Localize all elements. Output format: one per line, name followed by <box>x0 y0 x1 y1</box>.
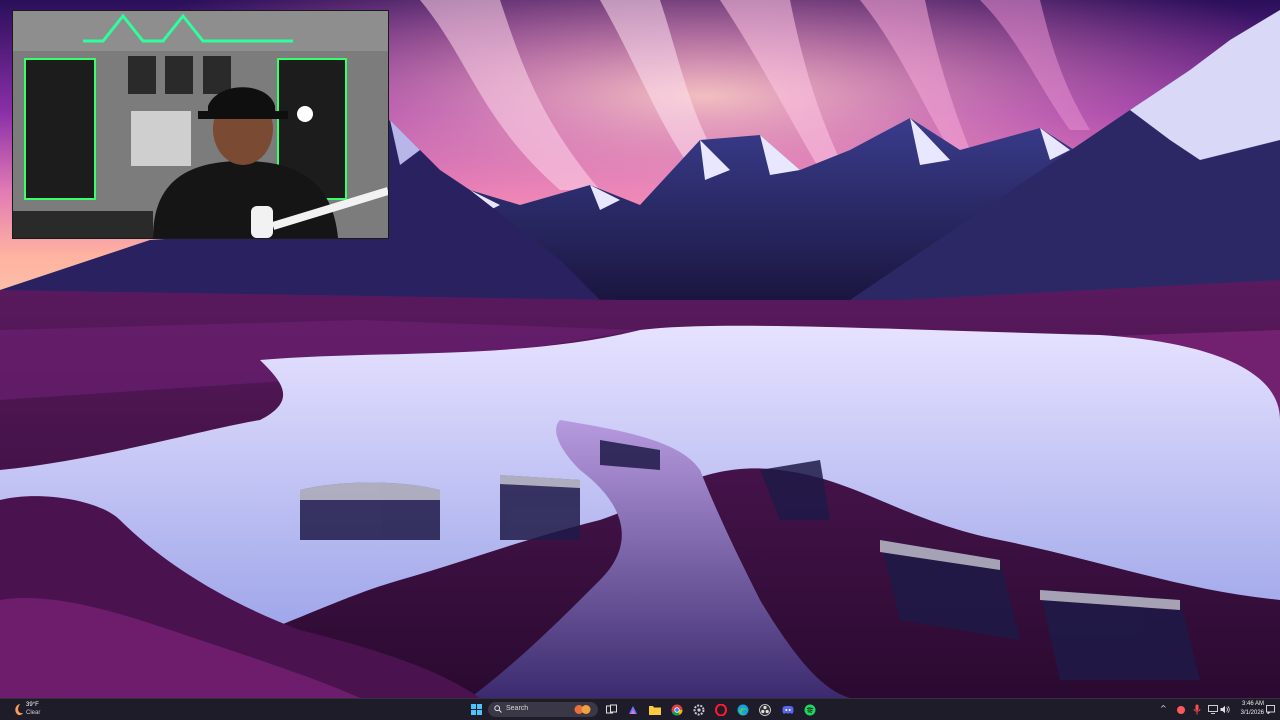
obs-button[interactable] <box>757 702 772 717</box>
folder-icon <box>648 705 661 715</box>
weather-widget[interactable]: 39°F Clear <box>10 701 50 719</box>
search-highlight-icon <box>574 705 591 714</box>
tray-app-button[interactable] <box>1173 702 1188 717</box>
copilot-icon <box>628 705 637 714</box>
start-button[interactable] <box>469 702 484 717</box>
microphone-icon <box>1193 704 1200 715</box>
desktop[interactable] <box>0 0 1280 698</box>
chrome-button[interactable] <box>669 702 684 717</box>
weather-temperature: 39°F <box>26 702 39 708</box>
folder-button[interactable] <box>647 702 662 717</box>
app-tray-icon <box>1176 705 1185 714</box>
weather-condition: Clear <box>26 710 41 716</box>
microphone-button[interactable] <box>1189 702 1204 717</box>
settings-button[interactable] <box>691 702 706 717</box>
display-icon <box>1207 705 1218 714</box>
webcam-frame <box>13 11 388 238</box>
chevron-up-icon[interactable]: ^ <box>1160 703 1167 715</box>
search-icon <box>494 705 502 713</box>
notification-button[interactable] <box>1263 702 1278 717</box>
clock-date: 3/1/2026 <box>1240 710 1264 716</box>
opera-button[interactable] <box>713 702 728 717</box>
notification-icon <box>1266 705 1275 714</box>
task-view-icon <box>606 704 617 714</box>
taskbar: 39°F Clear Search ^ 3:46 AM 3/1/2026 <box>0 698 1280 720</box>
edge-icon <box>737 704 748 715</box>
discord-button[interactable] <box>780 702 795 717</box>
settings-icon <box>693 704 704 715</box>
file-explorer-button[interactable] <box>625 702 640 717</box>
spotify-button[interactable] <box>802 702 817 717</box>
opera-icon <box>714 703 727 716</box>
search-placeholder: Search <box>506 705 529 712</box>
windows-start-icon <box>471 704 482 715</box>
discord-icon <box>781 705 794 714</box>
webcam-overlay <box>12 10 389 239</box>
chrome-icon <box>671 704 682 716</box>
obs-icon <box>758 703 771 716</box>
weather-moon-icon <box>15 704 23 716</box>
clock-time: 3:46 AM <box>1241 701 1264 707</box>
edge-button[interactable] <box>735 702 750 717</box>
spotify-icon <box>804 704 815 715</box>
task-view-button[interactable] <box>604 702 619 717</box>
taskbar-search-box[interactable]: Search <box>488 702 598 717</box>
